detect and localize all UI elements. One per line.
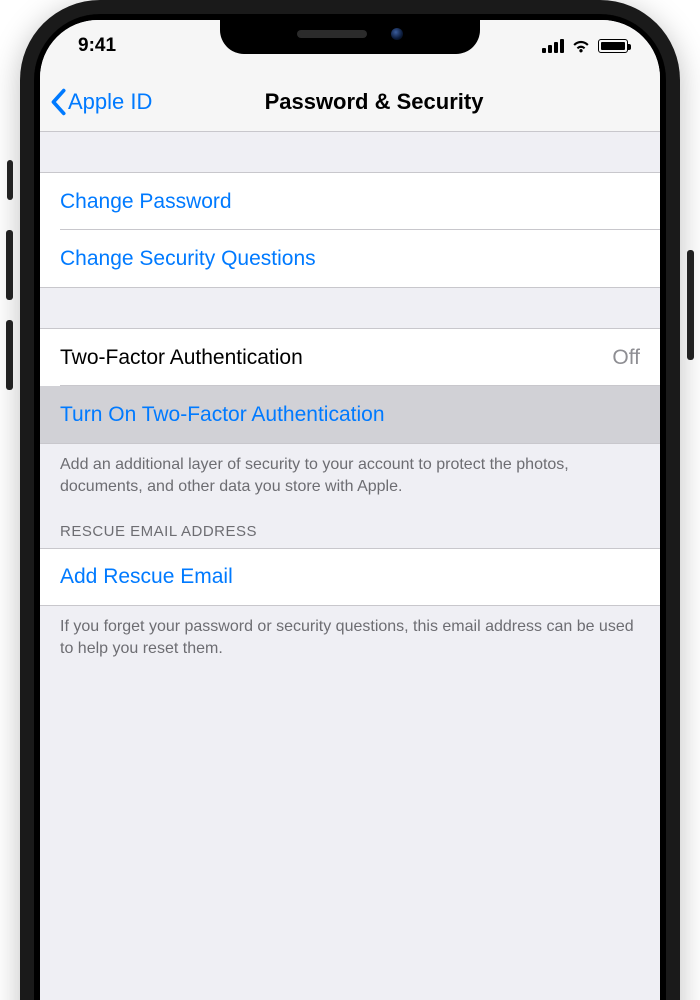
rescue-email-header: RESCUE EMAIL ADDRESS	[40, 501, 660, 548]
volume-up-button[interactable]	[6, 230, 13, 300]
content: Change Password Change Security Question…	[40, 132, 660, 663]
camera	[391, 28, 403, 40]
cell-detail: Off	[612, 346, 640, 370]
mute-switch[interactable]	[7, 160, 13, 200]
screen: 9:41	[40, 20, 660, 1000]
cell-label: Change Security Questions	[60, 247, 316, 271]
device-frame: 9:41	[20, 0, 680, 1000]
cell-label: Add Rescue Email	[60, 565, 233, 589]
change-password-cell[interactable]: Change Password	[40, 172, 660, 230]
cell-label: Two-Factor Authentication	[60, 346, 303, 370]
group-gap	[40, 288, 660, 328]
page-title: Password & Security	[265, 89, 484, 115]
two-factor-footer: Add an additional layer of security to y…	[40, 444, 660, 501]
navigation-bar: Apple ID Password & Security	[40, 72, 660, 132]
cell-label: Change Password	[60, 190, 232, 214]
stage: 9:41	[0, 0, 700, 1000]
cell-label: Turn On Two-Factor Authentication	[60, 403, 385, 427]
change-security-questions-cell[interactable]: Change Security Questions	[40, 230, 660, 288]
back-button-label: Apple ID	[68, 89, 152, 115]
volume-down-button[interactable]	[6, 320, 13, 390]
power-button[interactable]	[687, 250, 694, 360]
rescue-email-footer: If you forget your password or security …	[40, 606, 660, 663]
wifi-icon	[570, 38, 592, 54]
device-bezel: 9:41	[34, 14, 666, 1000]
group-gap	[40, 132, 660, 172]
add-rescue-email-cell[interactable]: Add Rescue Email	[40, 548, 660, 606]
battery-icon	[598, 39, 628, 53]
turn-on-two-factor-cell[interactable]: Turn On Two-Factor Authentication	[40, 386, 660, 444]
status-indicators	[542, 38, 632, 54]
back-button[interactable]: Apple ID	[50, 88, 152, 116]
chevron-left-icon	[50, 88, 66, 116]
cellular-icon	[542, 39, 564, 53]
notch	[220, 14, 480, 54]
status-time: 9:41	[68, 35, 116, 57]
two-factor-status-cell[interactable]: Two-Factor Authentication Off	[40, 328, 660, 386]
speaker	[297, 30, 367, 38]
